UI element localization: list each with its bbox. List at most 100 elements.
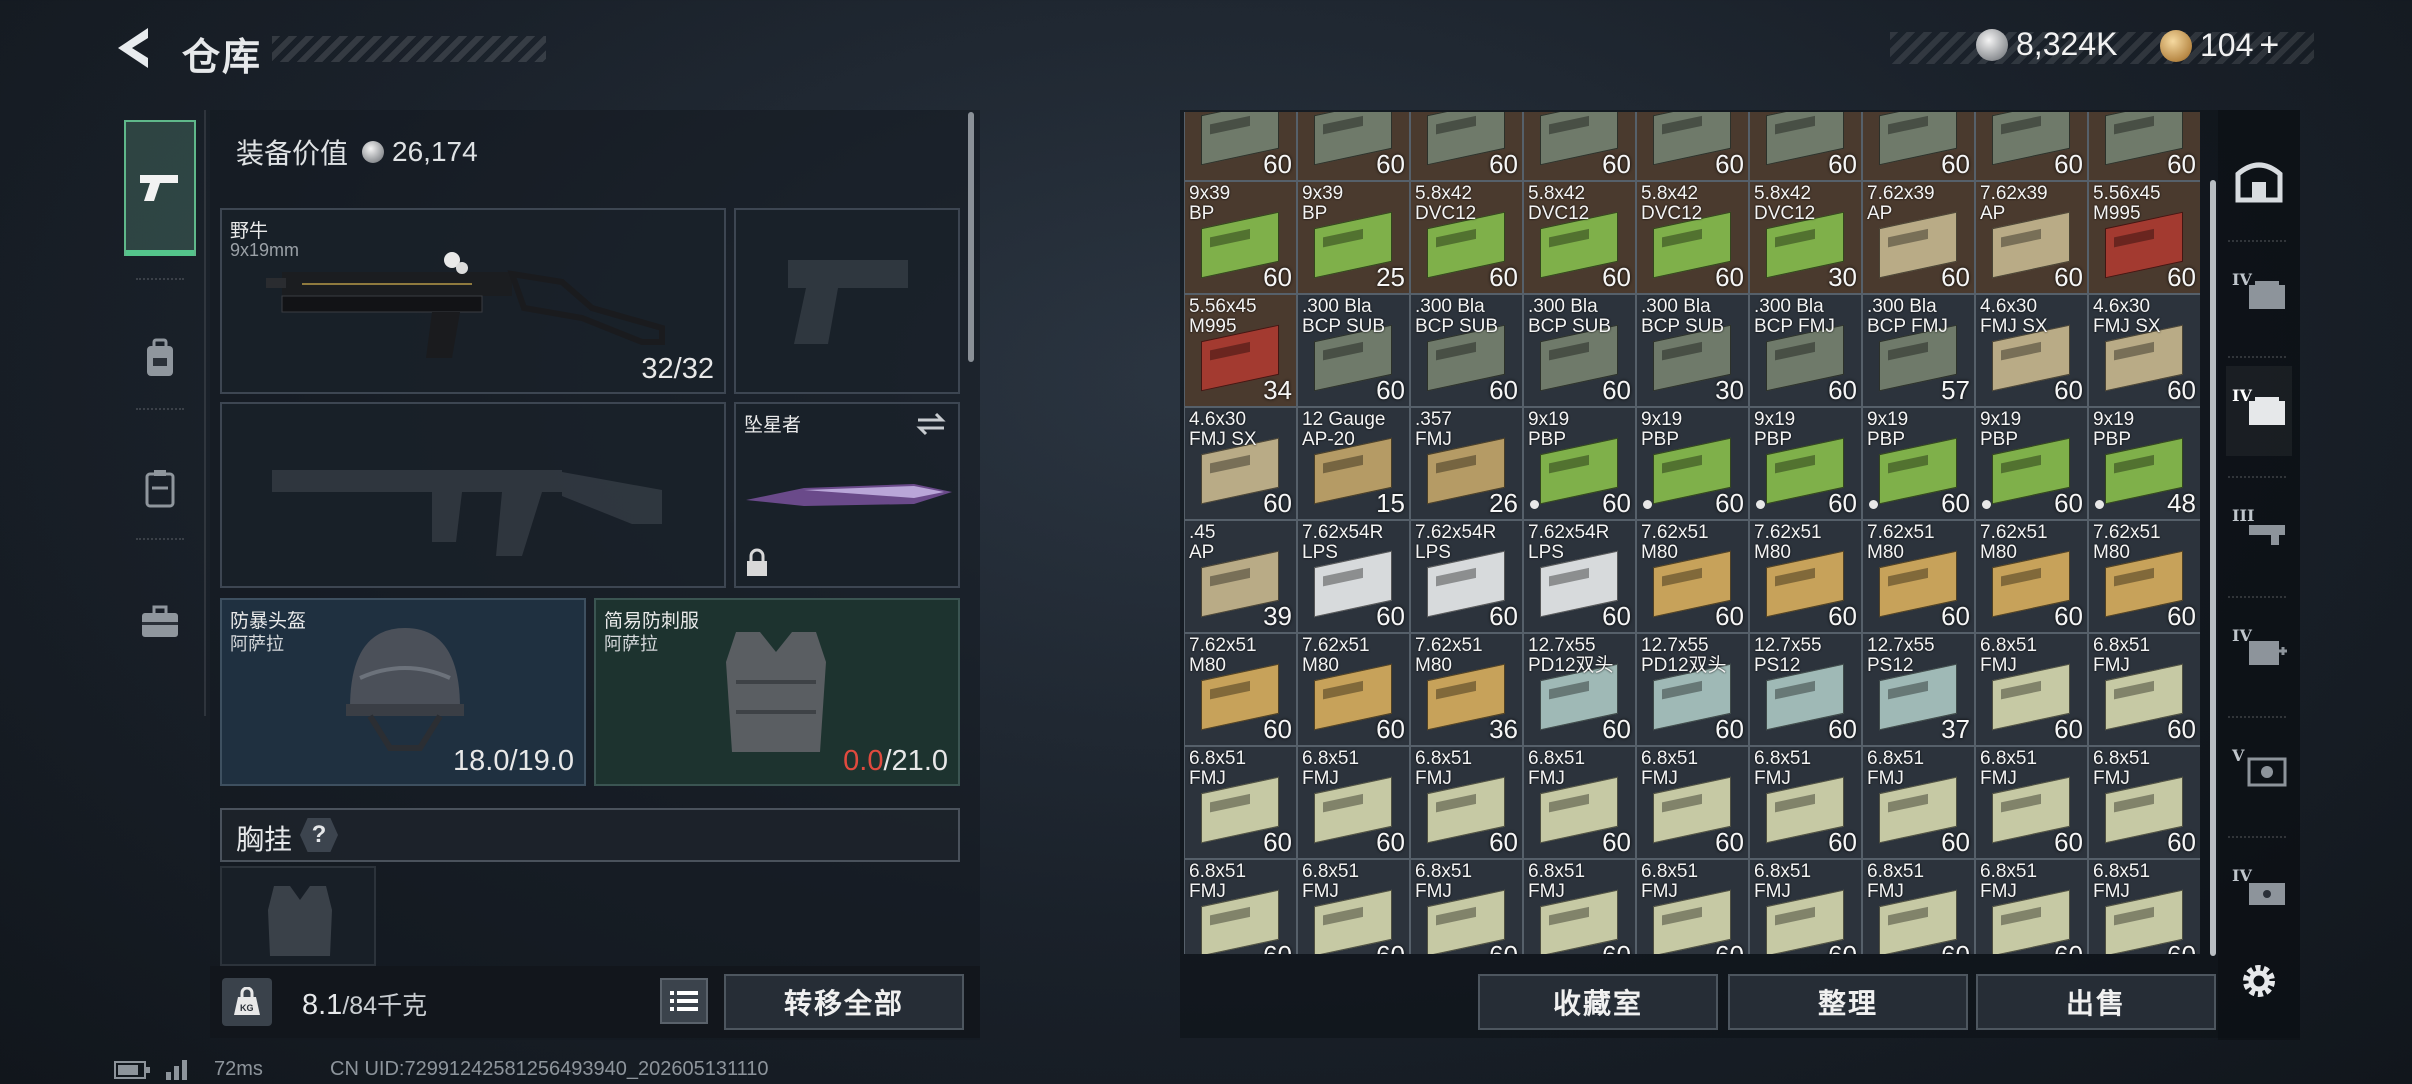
storage-item[interactable]: 12.7x55 PD12双头 60 (1636, 633, 1749, 746)
storage-item[interactable]: 6.8x51 FMJ 60 (1410, 746, 1523, 859)
storage-item[interactable]: 7.62x51 M80 60 (1749, 520, 1862, 633)
storage-item[interactable]: 9x19 PBP 60 (1636, 407, 1749, 520)
tab-storage-3[interactable]: IV (2226, 366, 2292, 456)
sell-button[interactable]: 出售 (1976, 974, 2216, 1030)
storage-item[interactable]: 6.8x51 FMJ 60 (1636, 859, 1749, 954)
nav-weapons[interactable] (124, 120, 196, 256)
storage-item[interactable]: 7.62x39 AP 60 (1975, 181, 2088, 294)
storage-item[interactable]: 12.7x55 PD12双头 60 (1523, 633, 1636, 746)
storage-item[interactable]: .300 Bla BCP SUB 30 (1636, 294, 1749, 407)
storage-item[interactable]: 7.62x51 M80 36 (1410, 633, 1523, 746)
storage-item[interactable]: 4.6x30 FMJ SX 60 (1184, 407, 1297, 520)
storage-item[interactable]: 6.8x51 FMJ 60 (1975, 746, 2088, 859)
storage-item[interactable]: 9x19 PBP 60 (1975, 407, 2088, 520)
storage-item[interactable]: 6.8x51 FMJ 60 (1749, 859, 1862, 954)
storage-item[interactable]: 6.8x51 FMJ 60 (1297, 746, 1410, 859)
transfer-all-button[interactable]: 转移全部 (724, 974, 964, 1030)
tab-main-storage[interactable] (2226, 134, 2292, 224)
storage-item[interactable]: 60 (1410, 112, 1523, 181)
storage-settings-button[interactable] (2226, 936, 2292, 1026)
storage-item[interactable]: .357 FMJ 26 (1410, 407, 1523, 520)
swap-icon[interactable] (914, 412, 948, 436)
storage-item[interactable]: 60 (1636, 112, 1749, 181)
collection-room-button[interactable]: 收藏室 (1478, 974, 1718, 1030)
storage-item[interactable]: 7.62x51 M80 60 (1636, 520, 1749, 633)
equipment-scrollbar[interactable] (968, 112, 974, 362)
storage-item[interactable]: 7.62x51 M80 60 (1297, 633, 1410, 746)
storage-item[interactable]: 9x39 BP 60 (1184, 181, 1297, 294)
storage-item[interactable]: 60 (1184, 112, 1297, 181)
storage-item[interactable]: 5.8x42 DVC12 30 (1749, 181, 1862, 294)
storage-item[interactable]: .300 Bla BCP SUB 60 (1410, 294, 1523, 407)
sort-button[interactable]: 整理 (1728, 974, 1968, 1030)
primary-weapon-slot[interactable]: 野牛 9x19mm 32/32 (220, 208, 726, 394)
storage-item[interactable]: 5.8x42 DVC12 60 (1523, 181, 1636, 294)
storage-item[interactable]: 60 (2088, 112, 2200, 181)
storage-item[interactable]: 60 (1523, 112, 1636, 181)
storage-item[interactable]: 5.8x42 DVC12 60 (1410, 181, 1523, 294)
tab-storage-2[interactable]: IV (2226, 250, 2292, 340)
storage-item[interactable]: 12 Gauge AP-20 15 (1297, 407, 1410, 520)
storage-item[interactable]: 6.8x51 FMJ 60 (2088, 859, 2200, 954)
storage-item[interactable]: 6.8x51 FMJ 60 (2088, 633, 2200, 746)
storage-item[interactable]: 6.8x51 FMJ 60 (1297, 859, 1410, 954)
tab-storage-4[interactable]: III (2226, 486, 2292, 576)
chest-rig-slot[interactable] (220, 866, 376, 966)
storage-item[interactable]: 9x19 PBP 60 (1523, 407, 1636, 520)
silver-currency[interactable]: 8,324K (1976, 26, 2117, 63)
storage-item[interactable]: 5.56x45 M995 60 (2088, 181, 2200, 294)
storage-item[interactable]: 12.7x55 PS12 60 (1749, 633, 1862, 746)
storage-item[interactable]: .300 Bla BCP FMJ 57 (1862, 294, 1975, 407)
melee-slot[interactable]: 坠星者 (734, 402, 960, 588)
storage-item[interactable]: .300 Bla BCP FMJ 60 (1749, 294, 1862, 407)
tab-storage-5[interactable]: IV (2226, 606, 2292, 696)
nav-storage[interactable] (124, 420, 196, 556)
storage-item[interactable]: 6.8x51 FMJ 60 (1184, 746, 1297, 859)
storage-item[interactable]: 7.62x51 M80 60 (1184, 633, 1297, 746)
storage-scrollbar[interactable] (2210, 180, 2216, 956)
storage-item[interactable]: 60 (1862, 112, 1975, 181)
storage-item[interactable]: 60 (1975, 112, 2088, 181)
storage-item[interactable]: .300 Bla BCP SUB 60 (1297, 294, 1410, 407)
storage-item[interactable]: 6.8x51 FMJ 60 (1975, 633, 2088, 746)
storage-item[interactable]: .45 AP 39 (1184, 520, 1297, 633)
help-button[interactable]: ? (300, 818, 338, 852)
storage-item[interactable]: 6.8x51 FMJ 60 (1523, 746, 1636, 859)
sidearm-slot[interactable] (734, 208, 960, 394)
nav-toolbox[interactable] (124, 554, 196, 690)
storage-item[interactable]: 6.8x51 FMJ 60 (1862, 859, 1975, 954)
storage-item[interactable]: 9x19 PBP 60 (1749, 407, 1862, 520)
storage-item[interactable]: 6.8x51 FMJ 60 (1749, 746, 1862, 859)
storage-item[interactable]: 7.62x51 M80 60 (2088, 520, 2200, 633)
storage-item[interactable]: 6.8x51 FMJ 60 (1636, 746, 1749, 859)
add-currency-icon[interactable]: + (2259, 26, 2279, 65)
storage-item[interactable]: 6.8x51 FMJ 60 (2088, 746, 2200, 859)
storage-item[interactable]: 6.8x51 FMJ 60 (1523, 859, 1636, 954)
storage-item[interactable]: 7.62x54R LPS 60 (1410, 520, 1523, 633)
storage-item[interactable]: 7.62x51 M80 60 (1975, 520, 2088, 633)
secondary-weapon-slot[interactable] (220, 402, 726, 588)
storage-item[interactable]: 6.8x51 FMJ 60 (1184, 859, 1297, 954)
tab-storage-6[interactable]: V (2226, 726, 2292, 816)
helmet-slot[interactable]: 防暴头盔 阿萨拉 18.0/19.0 (220, 598, 586, 786)
storage-item[interactable]: 4.6x30 FMJ SX 60 (2088, 294, 2200, 407)
armor-slot[interactable]: 简易防刺服 阿萨拉 0.0/21.0 (594, 598, 960, 786)
back-button[interactable] (110, 22, 158, 74)
nav-backpack[interactable] (124, 290, 196, 426)
storage-item[interactable]: 7.62x39 AP 60 (1862, 181, 1975, 294)
gold-currency[interactable]: 104 + (2160, 26, 2279, 65)
storage-item[interactable]: 5.56x45 M995 34 (1184, 294, 1297, 407)
storage-item[interactable]: 7.62x54R LPS 60 (1523, 520, 1636, 633)
storage-item[interactable]: 6.8x51 FMJ 60 (1975, 859, 2088, 954)
storage-item[interactable]: 60 (1749, 112, 1862, 181)
storage-item[interactable]: 5.8x42 DVC12 60 (1636, 181, 1749, 294)
storage-item[interactable]: 60 (1297, 112, 1410, 181)
storage-item[interactable]: 7.62x51 M80 60 (1862, 520, 1975, 633)
storage-item[interactable]: 6.8x51 FMJ 60 (1862, 746, 1975, 859)
storage-item[interactable]: 12.7x55 PS12 37 (1862, 633, 1975, 746)
storage-item[interactable]: 4.6x30 FMJ SX 60 (1975, 294, 2088, 407)
list-view-button[interactable] (660, 978, 708, 1024)
storage-item[interactable]: 6.8x51 FMJ 60 (1410, 859, 1523, 954)
storage-item[interactable]: 9x19 PBP 60 (1862, 407, 1975, 520)
tab-storage-7[interactable]: IV (2226, 846, 2292, 936)
